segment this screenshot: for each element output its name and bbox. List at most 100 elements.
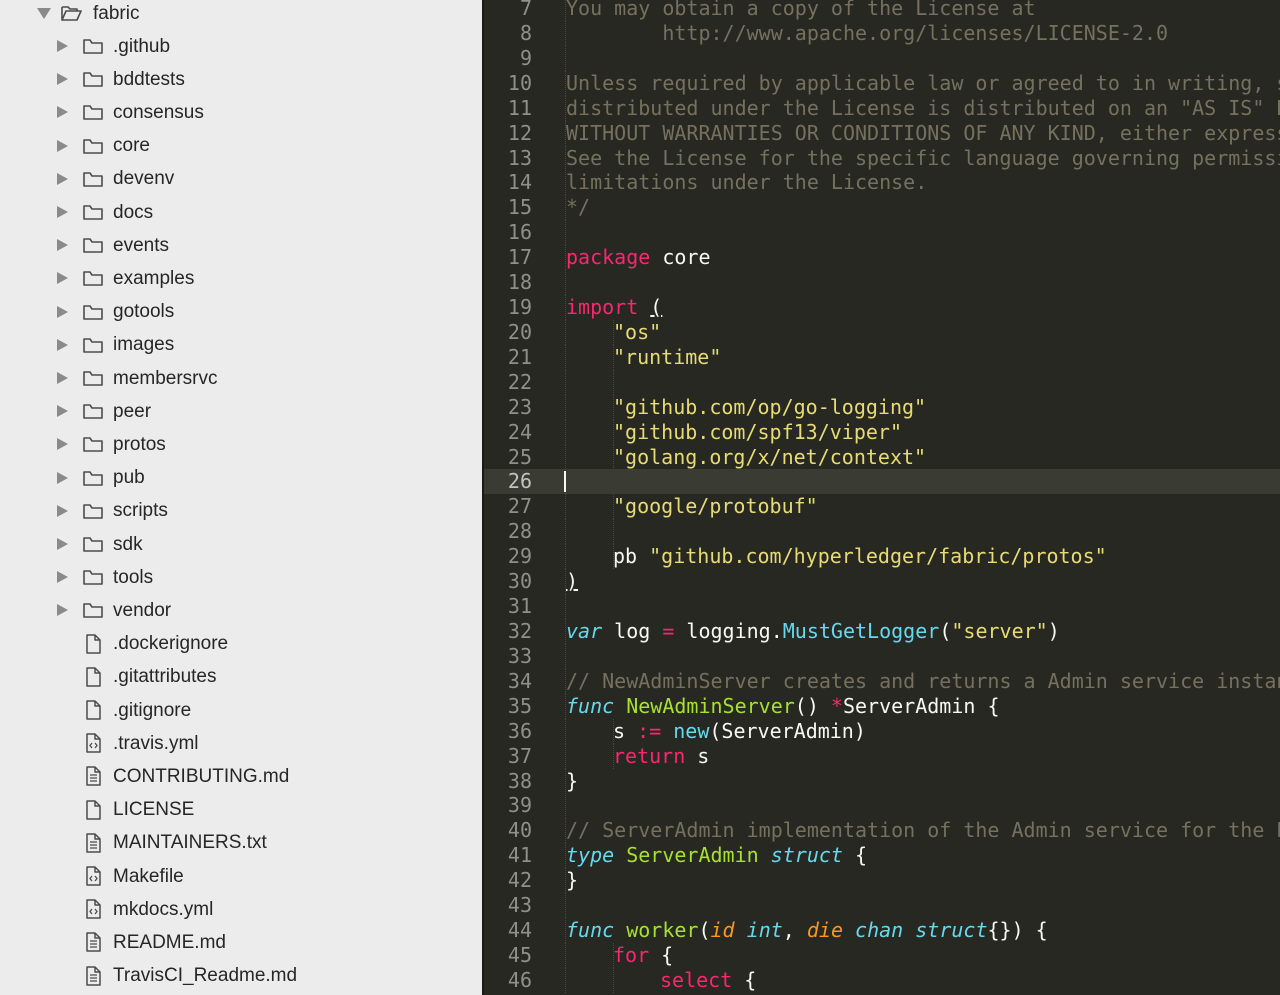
tree-folder-protos[interactable]: protos	[0, 428, 482, 461]
tree-file-license[interactable]: LICENSE	[0, 794, 482, 827]
code-line[interactable]: 17 package core	[484, 245, 1280, 271]
tree-file-gitignore[interactable]: .gitignore	[0, 694, 482, 727]
code-editor[interactable]: 7 You may obtain a copy of the License at…	[484, 0, 1280, 995]
disclosure-right-icon[interactable]	[57, 504, 68, 517]
tree-file-mkdocs-yml[interactable]: mkdocs.yml	[0, 893, 482, 926]
code-line[interactable]: 24 "github.com/spf13/viper"	[484, 419, 1280, 445]
disclosure-right-icon[interactable]	[57, 172, 68, 185]
code-line[interactable]: 32 var log = logging.MustGetLogger("serve…	[484, 619, 1280, 644]
code-line[interactable]: 7 You may obtain a copy of the License at	[484, 0, 1280, 21]
folder-icon	[83, 304, 103, 320]
code-line[interactable]: 15 */	[484, 195, 1280, 221]
disclosure-right-icon[interactable]	[57, 604, 68, 617]
tree-folder-pub[interactable]: pub	[0, 462, 482, 495]
tree-folder-docs[interactable]: docs	[0, 196, 482, 229]
code-line[interactable]: 37 return s	[484, 743, 1280, 769]
line-number: 33	[507, 643, 532, 668]
code-line[interactable]: 19 import (	[484, 295, 1280, 321]
tree-folder-core[interactable]: core	[0, 130, 482, 163]
code-line[interactable]: 8 http://www.apache.org/licenses/LICENSE…	[484, 20, 1280, 46]
tree-folder-examples[interactable]: examples	[0, 262, 482, 295]
disclosure-right-icon[interactable]	[57, 538, 68, 550]
tree-folder-bddtests[interactable]: bddtests	[0, 63, 482, 96]
code-line[interactable]: 28	[484, 519, 1280, 545]
code-line[interactable]: 40 // ServerAdmin implementation of the A…	[484, 818, 1280, 844]
tree-file-travisci-readme-md[interactable]: TravisCI_Readme.md	[0, 960, 482, 993]
disclosure-right-icon[interactable]	[57, 239, 68, 252]
code-line[interactable]: 25 "golang.org/x/net/context"	[484, 444, 1280, 470]
code-line[interactable]: 20 "os"	[484, 319, 1280, 345]
code-line[interactable]: 12 WITHOUT WARRANTIES OR CONDITIONS OF AN…	[484, 120, 1280, 146]
disclosure-right-icon[interactable]	[57, 272, 68, 285]
tree-item-label: tools	[113, 566, 154, 588]
code-line[interactable]: 39	[484, 793, 1280, 819]
tree-file-contributing-md[interactable]: CONTRIBUTING.md	[0, 760, 482, 793]
disclosure-right-icon[interactable]	[57, 106, 68, 119]
code-text: }	[566, 868, 578, 893]
code-line[interactable]: 46 select {	[484, 967, 1280, 993]
code-line[interactable]: 21 "runtime"	[484, 344, 1280, 370]
disclosure-right-icon[interactable]	[57, 438, 68, 451]
tree-folder-devenv[interactable]: devenv	[0, 163, 482, 196]
disclosure-right-icon[interactable]	[57, 40, 68, 52]
disclosure-right-icon[interactable]	[57, 73, 68, 86]
disclosure-right-icon[interactable]	[57, 471, 68, 484]
code-token-plain: ()	[794, 693, 831, 718]
disclosure-right-icon[interactable]	[57, 571, 68, 584]
code-line[interactable]: 18	[484, 270, 1280, 296]
tree-folder-gotools[interactable]: gotools	[0, 296, 482, 329]
code-line[interactable]: 16	[484, 220, 1280, 246]
code-line[interactable]: 31	[484, 594, 1280, 620]
code-line[interactable]: 10 Unless required by applicable law or a…	[484, 70, 1280, 96]
indent-guide	[565, 344, 566, 370]
tree-file-dockerignore[interactable]: .dockerignore	[0, 628, 482, 661]
tree-folder-scripts[interactable]: scripts	[0, 495, 482, 528]
code-line[interactable]: 45 for {	[484, 942, 1280, 968]
code-line[interactable]: 13 See the License for the specific langu…	[484, 145, 1280, 171]
tree-file-makefile[interactable]: Makefile	[0, 860, 482, 893]
tree-folder-peer[interactable]: peer	[0, 395, 482, 428]
code-line[interactable]: 35 func NewAdminServer() *ServerAdmin {	[484, 693, 1280, 719]
code-line[interactable]: 14 limitations under the License.	[484, 170, 1280, 196]
code-line[interactable]: 9	[484, 45, 1280, 71]
tree-folder-membersrvc[interactable]: membersrvc	[0, 362, 482, 395]
disclosure-down-icon[interactable]	[37, 8, 51, 19]
code-line[interactable]: 29 pb "github.com/hyperledger/fabric/prot…	[484, 544, 1280, 570]
code-line[interactable]: 44 func worker(id int, die chan struct{})…	[484, 918, 1280, 944]
tree-folder-tools[interactable]: tools	[0, 561, 482, 594]
code-text: http://www.apache.org/licenses/LICENSE-2…	[566, 21, 1168, 46]
disclosure-right-icon[interactable]	[57, 372, 68, 384]
tree-folder-sdk[interactable]: sdk	[0, 528, 482, 561]
tree-folder-github[interactable]: .github	[0, 30, 482, 63]
tree-file-maintainers-txt[interactable]: MAINTAINERS.txt	[0, 827, 482, 860]
line-number: 25	[507, 444, 532, 469]
tree-folder-events[interactable]: events	[0, 229, 482, 262]
disclosure-right-icon[interactable]	[57, 305, 68, 318]
disclosure-right-icon[interactable]	[57, 405, 68, 418]
code-line[interactable]: 38}	[484, 768, 1280, 794]
tree-folder-images[interactable]: images	[0, 329, 482, 362]
code-line[interactable]: 11 distributed under the License is distr…	[484, 95, 1280, 121]
code-line[interactable]: 34 // NewAdminServer creates and returns …	[484, 668, 1280, 694]
code-line[interactable]: 22	[484, 369, 1280, 395]
tree-folder-vendor[interactable]: vendor	[0, 594, 482, 627]
tree-folder-consensus[interactable]: consensus	[0, 96, 482, 129]
code-line[interactable]: 42}	[484, 868, 1280, 894]
disclosure-right-icon[interactable]	[57, 139, 68, 152]
code-line[interactable]: 23 "github.com/op/go-logging"	[484, 394, 1280, 420]
code-line[interactable]: 43	[484, 893, 1280, 919]
disclosure-right-icon[interactable]	[57, 338, 68, 351]
code-line[interactable]: 30)	[484, 569, 1280, 595]
tree-file-readme-md[interactable]: README.md	[0, 926, 482, 959]
code-line[interactable]: 36 s := new(ServerAdmin)	[484, 718, 1280, 744]
tree-root-fabric[interactable]: fabric	[0, 0, 482, 30]
code-line[interactable]: 33	[484, 643, 1280, 669]
tree-file-travis-yml[interactable]: .travis.yml	[0, 727, 482, 760]
code-line[interactable]: 27 "google/protobuf"	[484, 494, 1280, 520]
tree-file-gitattributes[interactable]: .gitattributes	[0, 661, 482, 694]
disclosure-right-icon[interactable]	[57, 206, 68, 218]
code-token-plain: {	[842, 843, 868, 868]
code-line[interactable]: 41 type ServerAdmin struct {	[484, 843, 1280, 869]
code-line[interactable]: 26	[484, 469, 1280, 495]
code-text: "golang.org/x/net/context"	[613, 445, 926, 470]
